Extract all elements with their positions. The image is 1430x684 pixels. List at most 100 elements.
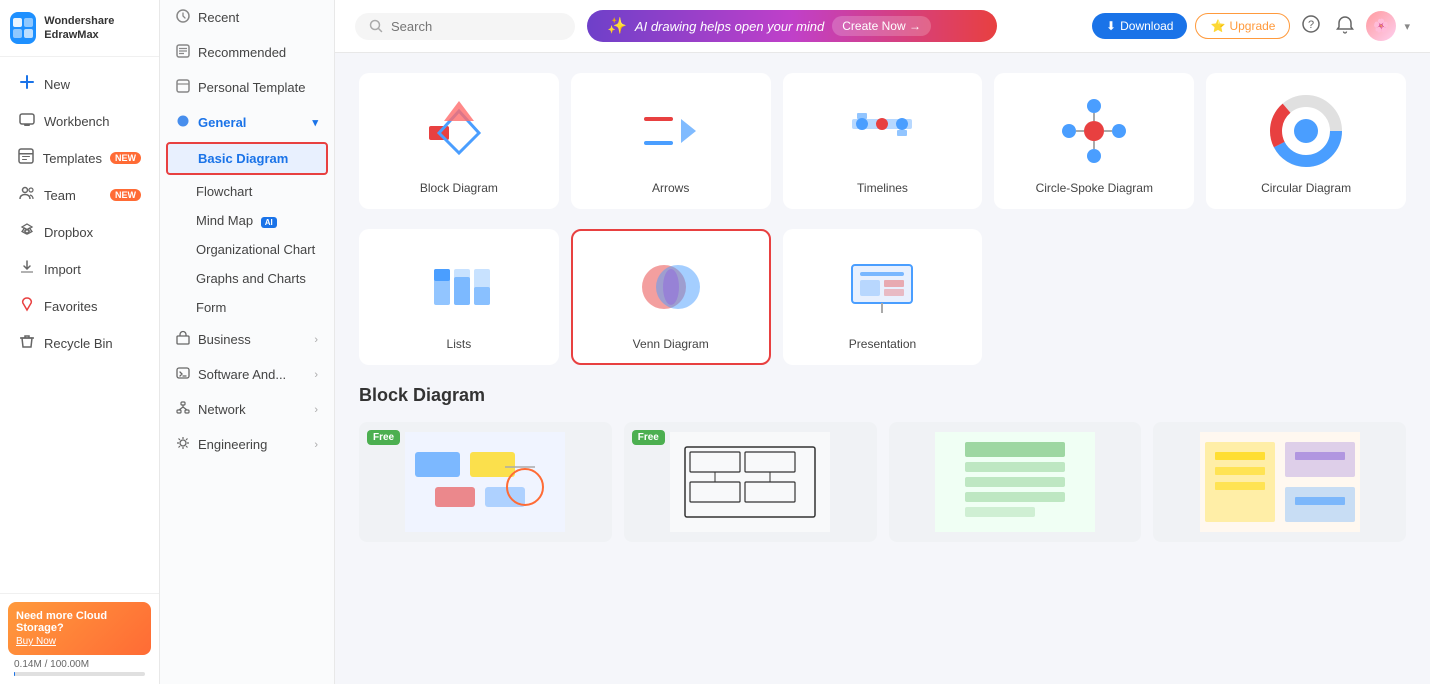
mid-category-software[interactable]: Software And... › [160,357,334,392]
template-type-grid: Block Diagram Arrows [359,73,1406,209]
mid-recent-label: Recent [198,10,239,25]
sidebar-item-favorites[interactable]: Favorites [6,288,153,324]
upgrade-button[interactable]: ⭐ Upgrade [1195,13,1290,39]
card-arrows[interactable]: Arrows [571,73,771,209]
venn-diagram-label: Venn Diagram [633,337,709,351]
card-lists[interactable]: Lists [359,229,559,365]
ai-sparkle-icon: ✨ [607,16,627,36]
search-input[interactable] [391,19,561,34]
upgrade-label: Upgrade [1229,19,1275,33]
business-arrow-icon: › [314,334,318,346]
recommended-icon [176,44,190,61]
main-content: ✨ AI drawing helps open your mind Create… [335,0,1430,684]
top-actions: ⬇ Download ⭐ Upgrade ? 🌸 ▾ [1092,11,1410,42]
engineering-arrow-icon: › [314,439,318,451]
sidebar-item-new[interactable]: New [6,66,153,102]
venn-diagram-icon [631,247,711,327]
thumb-img-4 [1153,422,1406,542]
general-icon [176,114,190,131]
cloud-storage-banner[interactable]: Need more Cloud Storage? Buy Now [8,602,151,655]
thumb-card-4[interactable] [1153,422,1406,542]
card-circle-spoke[interactable]: Circle-Spoke Diagram [994,73,1194,209]
content-area: Block Diagram Arrows [335,53,1430,562]
mid-personal-template[interactable]: Personal Template [160,70,334,105]
circle-spoke-label: Circle-Spoke Diagram [1036,181,1153,195]
general-chevron-icon: ▾ [312,116,318,129]
download-button[interactable]: ⬇ Download [1092,13,1187,39]
sidebar-item-templates[interactable]: Templates NEW [6,140,153,176]
storage-text: 0.14M / 100.00M [14,659,145,670]
svg-text:?: ? [1308,19,1314,31]
mid-sub-org-chart[interactable]: Organizational Chart [160,235,334,264]
workbench-icon [18,111,36,131]
card-presentation[interactable]: Presentation [783,229,983,365]
mid-sub-flowchart[interactable]: Flowchart [160,177,334,206]
sidebar-team-label: Team [44,188,76,203]
sidebar-item-recycle[interactable]: Recycle Bin [6,325,153,361]
top-bar: ✨ AI drawing helps open your mind Create… [335,0,1430,53]
notification-button[interactable] [1332,11,1358,42]
left-sidebar: Wondershare EdrawMax New Workbench Templ… [0,0,160,684]
mid-sidebar: Recent Recommended Personal Template Gen… [160,0,335,684]
sidebar-item-team[interactable]: Team NEW [6,177,153,213]
mid-category-engineering[interactable]: Engineering › [160,427,334,462]
mid-sub-graphs-charts[interactable]: Graphs and Charts [160,264,334,293]
thumb-card-3[interactable] [889,422,1142,542]
new-icon [18,74,36,94]
sidebar-item-workbench[interactable]: Workbench [6,103,153,139]
free-badge-2: Free [632,430,665,445]
software-label: Software And... [198,367,286,382]
templates-badge: NEW [110,152,141,164]
sidebar-item-import[interactable]: Import [6,251,153,287]
search-icon [369,19,383,33]
mid-category-network[interactable]: Network › [160,392,334,427]
card-venn-diagram[interactable]: Venn Diagram [571,229,771,365]
network-icon [176,401,190,418]
card-circular-diagram[interactable]: Circular Diagram [1206,73,1406,209]
mid-category-business[interactable]: Business › [160,322,334,357]
sidebar-new-label: New [44,77,70,92]
user-avatar[interactable]: 🌸 [1366,11,1396,41]
sidebar-item-dropbox[interactable]: Dropbox [6,214,153,250]
cloud-buy-label[interactable]: Buy Now [16,636,143,647]
mid-recent[interactable]: Recent [160,0,334,35]
network-arrow-icon: › [314,404,318,416]
flowchart-label: Flowchart [196,184,252,199]
storage-progress-track [14,672,145,676]
storage-bar: 0.14M / 100.00M [14,659,145,676]
mid-recommended[interactable]: Recommended [160,35,334,70]
help-icon: ? [1302,15,1320,33]
mid-general-header[interactable]: General ▾ [160,105,334,140]
help-button[interactable]: ? [1298,11,1324,42]
mind-map-label: Mind Map [196,213,253,228]
sidebar-dropbox-label: Dropbox [44,225,93,240]
recycle-icon [18,333,36,353]
timelines-icon [842,91,922,171]
team-badge: NEW [110,189,141,201]
ai-badge: AI [261,217,277,228]
sidebar-workbench-label: Workbench [44,114,110,129]
import-icon [18,259,36,279]
favorites-icon [18,296,36,316]
app-logo-icon [10,12,36,44]
thumb-card-1[interactable]: Free [359,422,612,542]
download-label: Download [1120,19,1173,33]
mid-sub-form[interactable]: Form [160,293,334,322]
mid-sub-mind-map[interactable]: Mind Map AI [160,206,334,235]
sidebar-templates-label: Templates [43,151,102,166]
card-timelines[interactable]: Timelines [783,73,983,209]
ai-banner[interactable]: ✨ AI drawing helps open your mind Create… [587,10,997,42]
mid-personal-label: Personal Template [198,80,305,95]
ai-create-button[interactable]: Create Now → [832,16,931,36]
search-box[interactable] [355,13,575,40]
mid-sub-basic-diagram[interactable]: Basic Diagram [166,142,328,175]
block-diagram-label: Block Diagram [420,181,498,195]
presentation-icon [842,247,922,327]
thumb-card-2[interactable]: Free [624,422,877,542]
org-chart-label: Organizational Chart [196,242,315,257]
thumb-img-3 [889,422,1142,542]
form-label: Form [196,300,226,315]
card-block-diagram[interactable]: Block Diagram [359,73,559,209]
graphs-charts-label: Graphs and Charts [196,271,306,286]
avatar-dropdown-icon[interactable]: ▾ [1404,20,1410,33]
